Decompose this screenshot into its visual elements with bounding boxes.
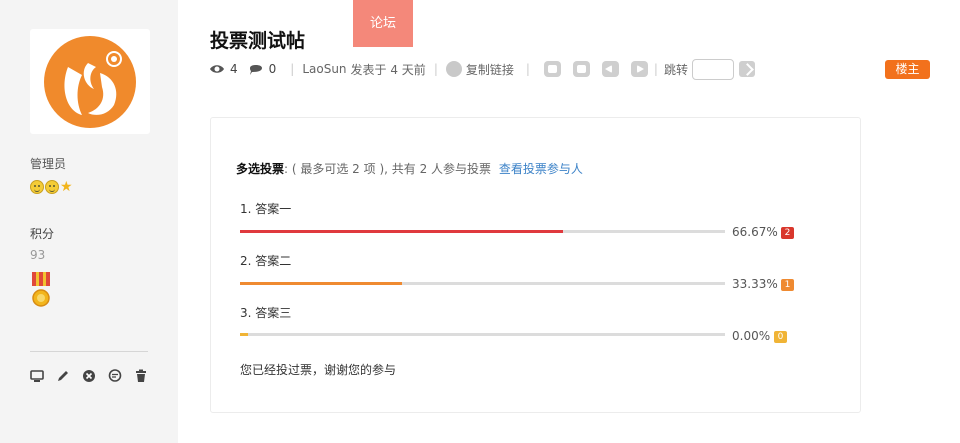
chat-bubble-icon[interactable] (108, 369, 122, 383)
posted-time: 发表于 4 天前 (350, 62, 426, 77)
avatar-image (44, 36, 136, 128)
poll-option-bar (240, 333, 725, 336)
views-icon (210, 65, 224, 73)
star-icon: ★ (60, 179, 73, 195)
poll-option-label: 2. 答案二 (240, 254, 292, 268)
owner-badge: 楼主 (885, 60, 930, 79)
rank-stars: ★ (30, 180, 73, 194)
user-group: 管理员 (30, 157, 67, 171)
prev-thread-icon[interactable] (601, 61, 619, 77)
poll-box: 多选投票: ( 最多可选 2 项 ), 共有 2 人参与投票 查看投票参与人 1… (210, 117, 861, 413)
voted-message: 您已经投过票，谢谢您的参与 (240, 363, 397, 377)
poll-type: 多选投票 (236, 162, 285, 176)
credit-value: 93 (30, 248, 46, 262)
replies-icon (249, 65, 262, 75)
poll-option-bar (240, 230, 725, 233)
poll-option-fill (240, 282, 402, 285)
close-circle-icon[interactable] (82, 369, 96, 383)
poll-info: : ( 最多可选 2 项 ), 共有 2 人参与投票 (284, 162, 492, 176)
poll-option-bar (240, 282, 725, 285)
trash-icon[interactable] (134, 369, 148, 383)
poll-option-count: 0 (774, 331, 787, 343)
medal-icon[interactable] (30, 272, 52, 310)
poll-header: 多选投票: ( 最多可选 2 项 ), 共有 2 人参与投票 查看投票参与人 (236, 160, 583, 177)
pencil-icon[interactable] (56, 369, 70, 383)
post-meta: 4 0 | LaoSun 发表于 4 天前 | 复制链接 | | 跳转 (209, 58, 755, 80)
user-only-icon[interactable] (543, 61, 561, 77)
poll-option-percent: 66.67% (732, 225, 778, 239)
post-title: 投票测试帖 (210, 30, 306, 52)
poll-option-label: 3. 答案三 (240, 306, 292, 320)
poll-option-fill (240, 230, 564, 233)
jump-page-input[interactable] (691, 58, 734, 80)
author-link[interactable]: LaoSun (302, 62, 346, 76)
sidebar-divider (30, 351, 148, 352)
smiley-icon (45, 180, 59, 194)
monitor-icon[interactable] (30, 369, 44, 383)
sidebar-tools (30, 369, 148, 383)
link-icon[interactable] (445, 61, 462, 77)
forum-tab[interactable]: 论坛 (353, 0, 413, 47)
poll-option-fill (240, 333, 248, 336)
meta-separator: | (290, 62, 295, 76)
copy-link-button[interactable]: 复制链接 (466, 61, 514, 78)
poll-option-percent: 0.00% (732, 329, 771, 343)
author-sidebar: 管理员 ★ 积分 93 (0, 0, 178, 443)
jump-go-icon[interactable] (738, 61, 755, 77)
meta-separator: | (433, 62, 438, 76)
views-count: 4 (230, 62, 238, 76)
poll-option-percent: 33.33% (732, 277, 778, 291)
view-voters-link[interactable]: 查看投票参与人 (499, 162, 583, 176)
poll-option-label: 1. 答案一 (240, 202, 292, 216)
poll-option-count: 1 (781, 279, 794, 291)
credit-label: 积分 (30, 227, 55, 241)
next-thread-icon[interactable] (630, 61, 648, 77)
poll-option-count: 2 (781, 227, 794, 239)
meta-separator: | (653, 62, 658, 76)
replies-count: 0 (268, 62, 277, 76)
avatar[interactable] (30, 29, 150, 134)
print-icon[interactable] (572, 61, 590, 77)
meta-separator: | (525, 62, 530, 76)
smiley-icon (30, 180, 44, 194)
jump-label: 跳转 (663, 62, 688, 77)
